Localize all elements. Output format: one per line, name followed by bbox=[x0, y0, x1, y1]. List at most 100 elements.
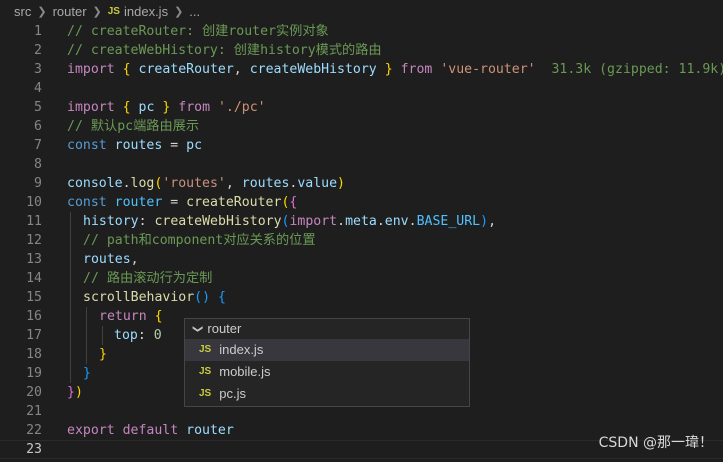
indent-guide bbox=[70, 250, 71, 269]
breadcrumb-router[interactable]: router bbox=[53, 4, 87, 19]
breadcrumb-file[interactable]: index.js bbox=[124, 4, 168, 19]
code-line[interactable]: 12 // path和component对应关系的位置 bbox=[0, 231, 723, 250]
brace: { bbox=[154, 309, 163, 324]
line-number: 10 bbox=[26, 195, 42, 210]
identifier: routes bbox=[114, 138, 163, 153]
import-cost-hint: 31.3k (gzipped: 11.9k) bbox=[551, 62, 723, 77]
brace: } bbox=[83, 366, 91, 381]
keyword: export bbox=[67, 423, 115, 438]
breadcrumb-src[interactable]: src bbox=[14, 4, 31, 19]
indent-guide bbox=[86, 345, 87, 364]
paren: ) bbox=[480, 214, 489, 229]
folder-header[interactable]: ❯ router bbox=[185, 319, 469, 339]
code-line[interactable]: 6 // 默认pc端路由展示 bbox=[0, 117, 723, 136]
code-line[interactable]: 1 // createRouter: 创建router实例对象 bbox=[0, 22, 723, 41]
function-name: scrollBehavior bbox=[83, 290, 195, 305]
line-number: 23 bbox=[26, 442, 42, 457]
breadcrumb-more[interactable]: ... bbox=[189, 4, 200, 19]
indent-guide bbox=[70, 326, 71, 345]
line-number: 8 bbox=[34, 157, 42, 172]
code-line[interactable]: 14 // 路由滚动行为定制 bbox=[0, 269, 723, 288]
identifier: router bbox=[114, 195, 163, 210]
operator: = bbox=[170, 195, 179, 210]
identifier: value bbox=[297, 176, 338, 191]
js-file-icon: JS bbox=[199, 388, 212, 399]
file-label: pc.js bbox=[219, 386, 246, 401]
js-file-icon: JS bbox=[199, 366, 212, 377]
code-line[interactable]: 5 import { pc } from './pc' bbox=[0, 98, 723, 117]
identifier: console bbox=[67, 176, 123, 191]
identifier: router bbox=[186, 423, 234, 438]
comment: // path和component对应关系的位置 bbox=[83, 233, 316, 248]
property: meta bbox=[345, 214, 377, 229]
indent-guide bbox=[70, 231, 71, 250]
punct: , bbox=[130, 252, 139, 267]
line-number: 19 bbox=[26, 366, 42, 381]
code-line[interactable]: 2 // createWebHistory: 创建history模式的路由 bbox=[0, 41, 723, 60]
keyword: import bbox=[67, 100, 115, 115]
keyword: import bbox=[289, 214, 338, 229]
function-name: createRouter bbox=[186, 195, 282, 210]
brace: } bbox=[162, 100, 171, 115]
file-item-index[interactable]: JS index.js bbox=[185, 339, 469, 361]
code-line[interactable]: 11 history: createWebHistory(import.meta.… bbox=[0, 212, 723, 231]
indent-guide bbox=[70, 288, 71, 307]
code-line[interactable]: 13 routes, bbox=[0, 250, 723, 269]
watermark: CSDN @那一瑋！ bbox=[598, 435, 713, 451]
code-line[interactable]: 9 console.log('routes', routes.value) bbox=[0, 174, 723, 193]
file-item-pc[interactable]: JS pc.js bbox=[185, 383, 469, 405]
keyword: from bbox=[178, 100, 211, 115]
code-line[interactable]: 15 scrollBehavior() { bbox=[0, 288, 723, 307]
punct: , bbox=[233, 62, 242, 77]
chevron-down-icon: ❯ bbox=[192, 324, 204, 334]
keyword: from bbox=[400, 62, 433, 77]
code-line[interactable]: 8 bbox=[0, 155, 723, 174]
indent-guide bbox=[86, 307, 87, 326]
punct: , bbox=[488, 214, 497, 229]
line-number: 1 bbox=[34, 24, 42, 39]
string: 'routes' bbox=[162, 176, 226, 191]
brace: } bbox=[99, 347, 107, 362]
breadcrumb-file-picker: ❯ router JS index.js JS mobile.js JS pc.… bbox=[184, 318, 470, 407]
punct: : bbox=[138, 214, 147, 229]
line-number: 17 bbox=[26, 328, 42, 343]
property: history bbox=[83, 214, 139, 229]
chevron-right-icon: ❯ bbox=[37, 5, 47, 18]
code-line[interactable]: 10 const router = createRouter({ bbox=[0, 193, 723, 212]
breadcrumb: src ❯ router ❯ JS index.js ❯ ... bbox=[0, 0, 723, 22]
keyword: import bbox=[67, 62, 115, 77]
identifier: routes bbox=[241, 176, 290, 191]
line-number: 11 bbox=[26, 214, 42, 229]
file-item-mobile[interactable]: JS mobile.js bbox=[185, 361, 469, 383]
punct: . bbox=[408, 214, 417, 229]
punct: , bbox=[225, 176, 234, 191]
code-line[interactable]: 4 bbox=[0, 79, 723, 98]
keyword: const bbox=[67, 195, 107, 210]
comment: // createRouter: 创建router实例对象 bbox=[67, 24, 329, 39]
punct: . bbox=[122, 176, 131, 191]
string: 'vue-router' bbox=[440, 62, 536, 77]
brace: } bbox=[67, 385, 75, 400]
line-number: 4 bbox=[34, 81, 42, 96]
paren: () bbox=[194, 290, 211, 305]
brace: { bbox=[122, 100, 131, 115]
code-line[interactable]: 7 const routes = pc bbox=[0, 136, 723, 155]
line-number: 12 bbox=[26, 233, 42, 248]
indent-guide bbox=[70, 269, 71, 288]
code-line[interactable]: 3 import { createRouter, createWebHistory… bbox=[0, 60, 723, 79]
identifier: pc bbox=[186, 138, 203, 153]
line-number: 20 bbox=[26, 385, 42, 400]
indent-guide bbox=[102, 326, 103, 345]
punct: . bbox=[376, 214, 385, 229]
line-number: 3 bbox=[34, 62, 42, 77]
property: top bbox=[114, 328, 138, 343]
indent-guide bbox=[70, 212, 71, 231]
comment: // 默认pc端路由展示 bbox=[67, 119, 200, 134]
folder-label: router bbox=[207, 321, 242, 336]
comment: // createWebHistory: 创建history模式的路由 bbox=[67, 43, 382, 58]
line-number: 21 bbox=[26, 404, 42, 419]
paren: ) bbox=[74, 385, 83, 400]
line-number: 13 bbox=[26, 252, 42, 267]
chevron-right-icon: ❯ bbox=[174, 5, 184, 18]
indent-guide bbox=[70, 345, 71, 364]
